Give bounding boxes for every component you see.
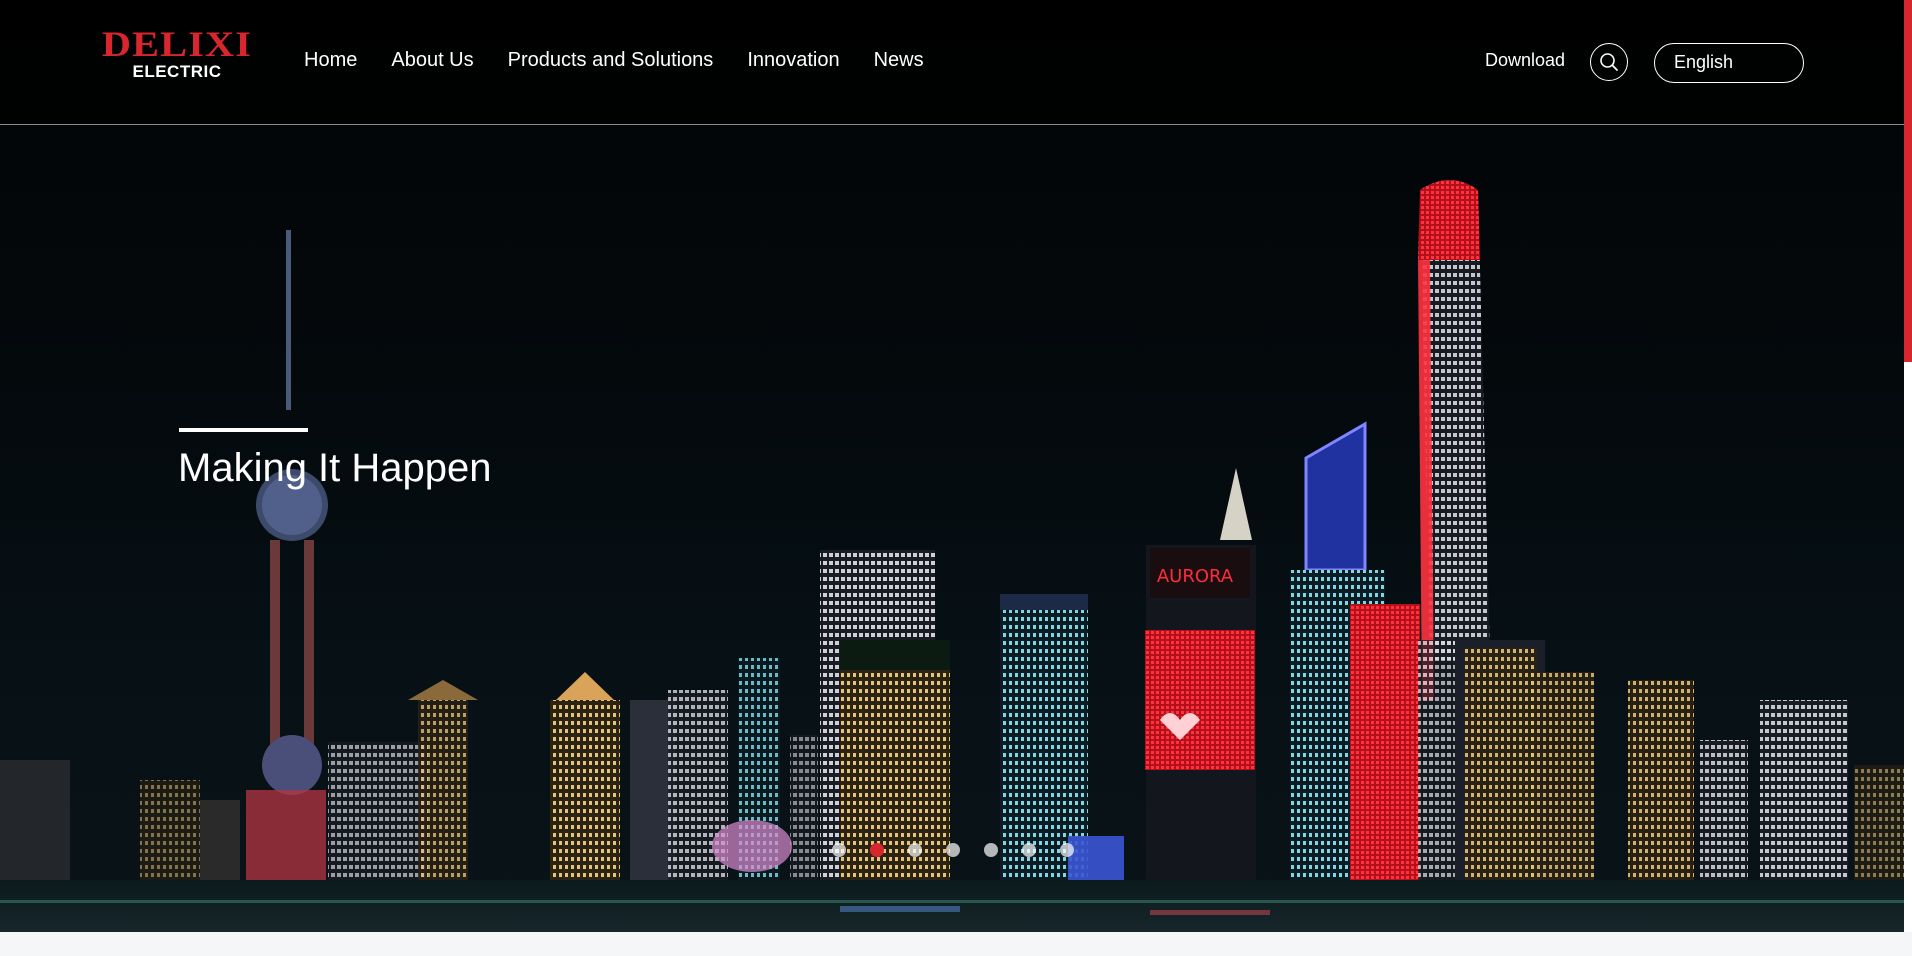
carousel-dot[interactable] bbox=[1022, 843, 1036, 857]
site-header: DELIXI ELECTRIC Home About Us Products a… bbox=[0, 0, 1904, 125]
scrollbar-thumb[interactable] bbox=[1904, 0, 1912, 362]
download-link[interactable]: Download bbox=[1485, 49, 1565, 71]
page: AURORA DELIXI ELECTRIC Home About Us Pro… bbox=[0, 0, 1912, 956]
carousel-dot[interactable] bbox=[832, 843, 846, 857]
nav-item-home[interactable]: Home bbox=[304, 48, 357, 72]
search-button[interactable] bbox=[1590, 43, 1628, 81]
carousel-pagination bbox=[832, 843, 1098, 857]
main-nav: Home About Us Products and Solutions Inn… bbox=[304, 48, 958, 72]
hero-title-rule bbox=[179, 428, 308, 432]
language-select[interactable]: English bbox=[1654, 43, 1804, 83]
carousel-dot[interactable] bbox=[946, 843, 960, 857]
language-select-value: English bbox=[1674, 52, 1734, 72]
carousel-dot[interactable] bbox=[984, 843, 998, 857]
logo-subtitle: ELECTRIC bbox=[132, 62, 222, 81]
nav-item-innovation[interactable]: Innovation bbox=[747, 48, 839, 72]
nav-item-products-and-solutions[interactable]: Products and Solutions bbox=[508, 48, 714, 72]
search-icon bbox=[1600, 53, 1618, 71]
page-footer-strip bbox=[0, 932, 1912, 956]
svg-text:AURORA: AURORA bbox=[1157, 566, 1234, 587]
nav-item-news[interactable]: News bbox=[874, 48, 924, 72]
carousel-dot[interactable] bbox=[1060, 843, 1074, 857]
delixi-logo[interactable]: DELIXI ELECTRIC bbox=[98, 26, 256, 82]
hero-title: Making It Happen bbox=[178, 446, 492, 490]
logo-wordmark: DELIXI bbox=[101, 24, 253, 64]
nav-item-about-us[interactable]: About Us bbox=[391, 48, 473, 72]
carousel-dot-active[interactable] bbox=[870, 843, 884, 857]
carousel-dot[interactable] bbox=[908, 843, 922, 857]
